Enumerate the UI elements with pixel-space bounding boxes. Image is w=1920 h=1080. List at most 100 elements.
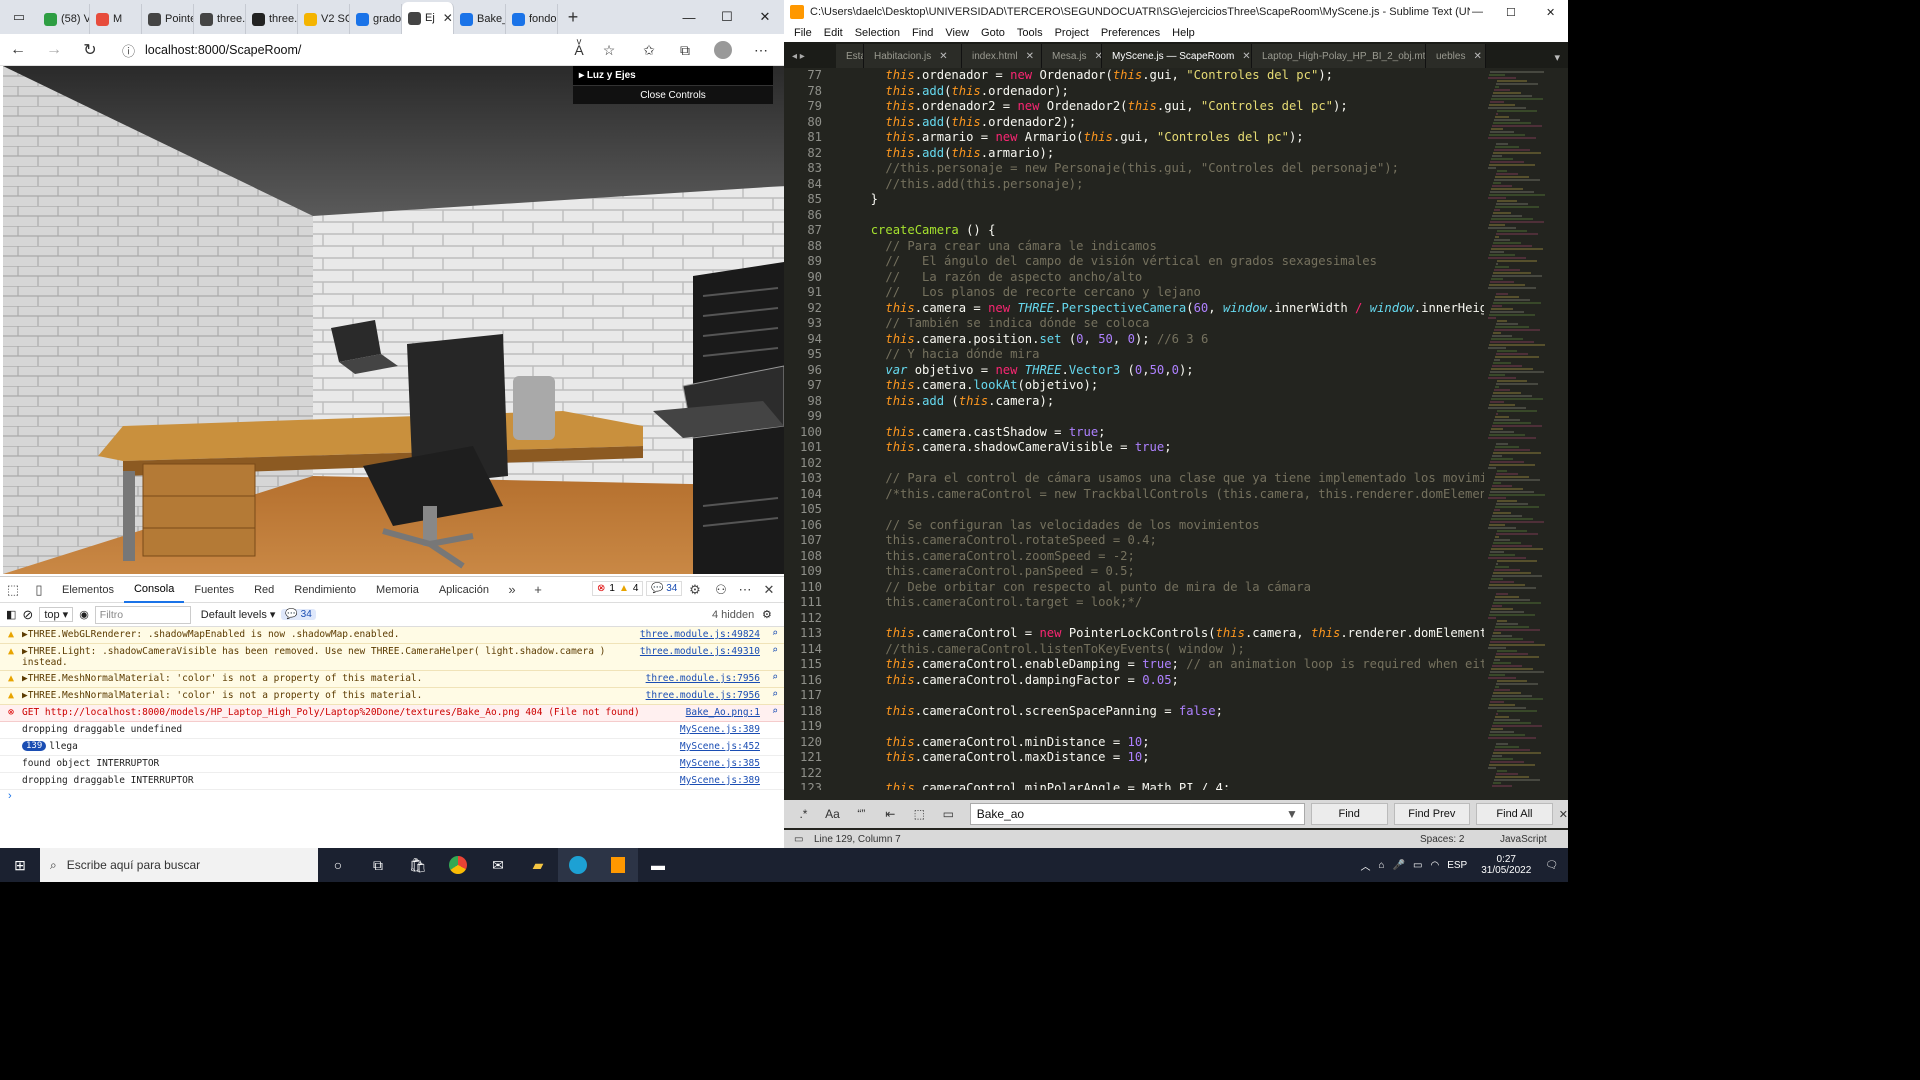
source-link[interactable]: three.module.js:7956 [646, 690, 760, 701]
minimize-button[interactable]: — [670, 0, 708, 34]
minimap[interactable] [1484, 68, 1558, 790]
code-line[interactable]: 92 this.camera = new THREE.PerspectiveCa… [784, 301, 1568, 317]
console-settings-icon[interactable]: ⚙ [762, 608, 772, 621]
code-line[interactable]: 85 } [784, 192, 1568, 208]
wrap-toggle-icon[interactable]: ⇤ [879, 807, 902, 821]
code-line[interactable]: 105 [784, 502, 1568, 518]
add-favorite-icon[interactable]: ☆ [596, 38, 622, 62]
browser-tab[interactable]: three. [246, 4, 298, 34]
store-icon[interactable]: 🛍 [398, 848, 438, 882]
search-icon[interactable]: ⌕ [772, 706, 778, 717]
webgl-canvas[interactable]: ▸ Luz y Ejes Close Controls [3, 66, 784, 574]
code-line[interactable]: 116 this.cameraControl.dampingFactor = 0… [784, 673, 1568, 689]
gui-folder-luz-ejes[interactable]: ▸ Luz y Ejes [573, 66, 773, 85]
levels-select[interactable]: Default levels ▾ [201, 608, 276, 621]
inspect-icon[interactable]: ⬚ [0, 577, 26, 603]
code-line[interactable]: 93 // También se indica dónde se coloca [784, 316, 1568, 332]
more-menu-icon[interactable]: ⋯ [748, 38, 774, 62]
devtools-close-icon[interactable]: ✕ [756, 577, 782, 603]
editor-tab[interactable]: uebles ✕ [1426, 44, 1486, 68]
console-message[interactable]: found object INTERRUPTOR MyScene.js:385 [0, 756, 784, 773]
terminal-icon[interactable]: ▬ [638, 848, 678, 882]
code-line[interactable]: 120 this.cameraControl.minDistance = 10; [784, 735, 1568, 751]
code-line[interactable]: 90 // La razón de aspecto ancho/alto [784, 270, 1568, 286]
highlight-toggle-icon[interactable]: ▭ [937, 807, 960, 821]
menu-item[interactable]: Help [1166, 27, 1201, 39]
find-button[interactable]: Find [1310, 803, 1388, 825]
code-line[interactable]: 78 this.add(this.ordenador); [784, 84, 1568, 100]
devtools-tab[interactable]: Consola [123, 577, 185, 603]
browser-tab[interactable]: M [90, 4, 142, 34]
devtools-tab[interactable]: Fuentes [184, 577, 244, 603]
code-line[interactable]: 95 // Y hacia dónde mira [784, 347, 1568, 363]
devtools-tab[interactable]: Memoria [366, 577, 429, 603]
wifi-icon[interactable]: ◠ [1430, 860, 1439, 871]
code-line[interactable]: 107 this.cameraControl.rotateSpeed = 0.4… [784, 533, 1568, 549]
code-line[interactable]: 123 this.cameraControl.minPolarAngle = M… [784, 781, 1568, 790]
tab-close-icon[interactable]: ✕ [443, 11, 453, 25]
task-view-icon[interactable]: ⧉ [358, 848, 398, 882]
find-all-button[interactable]: Find All [1476, 803, 1553, 825]
code-line[interactable]: 110 // Debe orbitar con respecto al punt… [784, 580, 1568, 596]
tray-chevron-icon[interactable]: ︿ [1361, 858, 1371, 873]
code-line[interactable]: 102 [784, 456, 1568, 472]
whole-word-toggle-icon[interactable]: “” [850, 807, 873, 821]
tab-scroll-arrows-icon[interactable]: ◂ ▸ [784, 44, 836, 68]
browser-tab[interactable]: Pointe [142, 4, 194, 34]
devtools-tab[interactable]: Red [244, 577, 284, 603]
close-window-button[interactable]: ✕ [746, 0, 784, 34]
console-prompt[interactable]: › [0, 790, 784, 802]
code-line[interactable]: 118 this.cameraControl.screenSpacePannin… [784, 704, 1568, 720]
browser-tab[interactable]: Ej ✕ [402, 2, 454, 34]
devtools-tab[interactable]: Aplicación [429, 577, 499, 603]
devtools-tab[interactable]: Elementos [52, 577, 124, 603]
read-aloud-icon[interactable]: Aͮ [566, 38, 592, 62]
back-button[interactable]: ← [0, 34, 36, 66]
search-icon[interactable]: ⌕ [772, 672, 778, 683]
console-message[interactable]: ⊗ GET http://localhost:8000/models/HP_Lap… [0, 705, 784, 722]
console-message[interactable]: ▲ ▶THREE.Light: .shadowCameraVisible has … [0, 644, 784, 671]
regex-toggle-icon[interactable]: .* [792, 807, 815, 821]
panel-toggle-icon[interactable]: ▭ [794, 834, 803, 845]
code-line[interactable]: 98 this.add (this.camera); [784, 394, 1568, 410]
settings-gear-icon[interactable]: ⚙ [682, 577, 708, 603]
code-line[interactable]: 83 //this.personaje = new Personaje(this… [784, 161, 1568, 177]
source-link[interactable]: MyScene.js:385 [680, 758, 760, 769]
collections-icon[interactable]: ⧉ [672, 38, 698, 62]
code-line[interactable]: 84 //this.add(this.personaje); [784, 177, 1568, 193]
editor-tab[interactable]: index.html ✕ [962, 44, 1042, 68]
sublime-taskbar-icon[interactable] [598, 848, 638, 882]
editor-tab-close-icon[interactable]: ✕ [1242, 51, 1250, 62]
code-line[interactable]: 94 this.camera.position.set (0, 50, 0); … [784, 332, 1568, 348]
address-bar[interactable]: ⓘ localhost:8000/ScapeRoom/ [122, 38, 622, 62]
code-line[interactable]: 86 [784, 208, 1568, 224]
code-line[interactable]: 115 this.cameraControl.enableDamping = t… [784, 657, 1568, 673]
language-indicator[interactable]: ESP [1447, 860, 1467, 871]
browser-tab[interactable]: (58) V [38, 4, 90, 34]
search-icon[interactable]: ⌕ [772, 645, 778, 656]
console-message[interactable]: ▲ ▶THREE.MeshNormalMaterial: 'color' is n… [0, 688, 784, 705]
code-line[interactable]: 80 this.add(this.ordenador2); [784, 115, 1568, 131]
code-line[interactable]: 81 this.armario = new Armario(this.gui, … [784, 130, 1568, 146]
more-tabs-icon[interactable]: » [499, 577, 525, 603]
message-count-badge[interactable]: 💬 34 [281, 609, 316, 620]
taskbar-search[interactable]: ⌕ Escribe aquí para buscar [40, 848, 318, 882]
close-controls-button[interactable]: Close Controls [573, 85, 773, 104]
code-line[interactable]: 96 var objetivo = new THREE.Vector3 (0,5… [784, 363, 1568, 379]
code-line[interactable]: 113 this.cameraControl = new PointerLock… [784, 626, 1568, 642]
tab-list-dropdown-icon[interactable]: ▾ [1546, 51, 1568, 68]
menu-item[interactable]: Preferences [1095, 27, 1166, 39]
find-history-dropdown-icon[interactable]: ▼ [1286, 807, 1298, 821]
browser-tab[interactable]: three. [194, 4, 246, 34]
code-line[interactable]: 99 [784, 409, 1568, 425]
code-line[interactable]: 101 this.camera.shadowCameraVisible = tr… [784, 440, 1568, 456]
reload-button[interactable]: ↻ [72, 34, 108, 66]
browser-tab[interactable]: Bake_ [454, 4, 506, 34]
new-tab-button[interactable]: + [558, 0, 588, 34]
menu-item[interactable]: Selection [849, 27, 906, 39]
browser-tab[interactable]: fondo [506, 4, 558, 34]
add-panel-icon[interactable]: + [525, 577, 551, 603]
chrome-icon[interactable] [438, 848, 478, 882]
editor-tab-close-icon[interactable]: ✕ [1473, 51, 1481, 62]
network-icon[interactable]: ⌂ [1379, 860, 1385, 871]
